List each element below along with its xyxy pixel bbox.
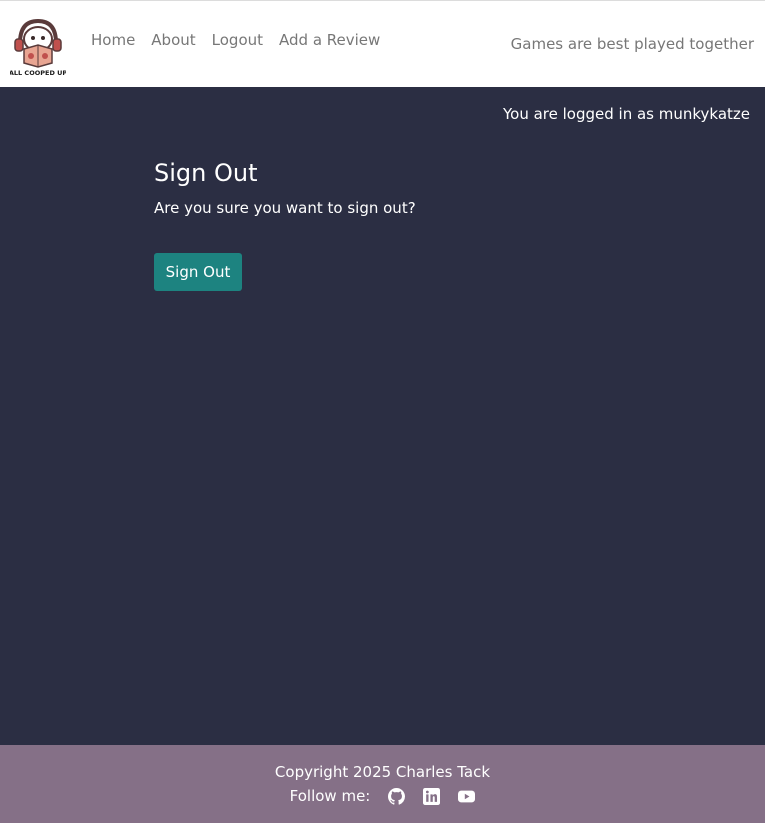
login-status: You are logged in as munkykatze (502, 105, 750, 123)
nav-about-link[interactable]: About (151, 31, 195, 49)
navbar: ALL COOPED UP Home About Logout Add a Re… (0, 0, 765, 87)
social-links: Follow me: (0, 787, 765, 805)
nav-add-review-link[interactable]: Add a Review (279, 31, 380, 49)
youtube-icon[interactable] (458, 788, 476, 805)
footer: Copyright 2025 Charles Tack Follow me: (0, 745, 765, 823)
nav-home-link[interactable]: Home (91, 31, 135, 49)
follow-label: Follow me: (289, 787, 371, 805)
signout-section: Sign Out Are you sure you want to sign o… (154, 158, 416, 218)
copyright-text: Copyright 2025 Charles Tack (274, 763, 491, 781)
page-title: Sign Out (154, 159, 258, 187)
site-logo[interactable]: ALL COOPED UP (10, 15, 66, 77)
github-icon[interactable] (388, 787, 406, 805)
main-nav: Home About Logout Add a Review (91, 31, 380, 49)
svg-text:ALL COOPED UP: ALL COOPED UP (10, 69, 66, 77)
signout-message: Are you sure you want to sign out? (154, 199, 416, 217)
linkedin-icon[interactable] (423, 787, 441, 805)
sign-out-button[interactable]: Sign Out (154, 253, 242, 291)
nav-logout-link[interactable]: Logout (212, 31, 263, 49)
site-tagline: Games are best played together (510, 35, 754, 53)
